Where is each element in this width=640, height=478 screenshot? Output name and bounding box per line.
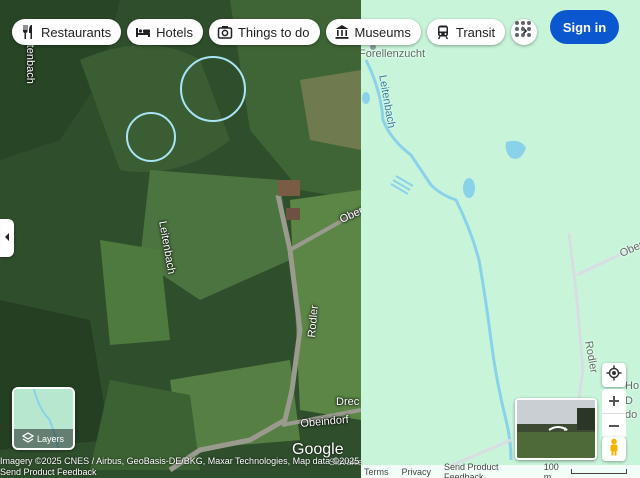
apps-grid-icon[interactable] (512, 18, 534, 40)
pegman-icon (608, 438, 620, 461)
chip-transit[interactable]: Transit (426, 19, 506, 45)
sign-in-button[interactable]: Sign in (550, 10, 619, 44)
chip-label: Transit (455, 24, 496, 40)
zoom-in-button[interactable] (602, 389, 626, 413)
chip-restaurants[interactable]: Restaurants (12, 19, 122, 45)
pegman-button[interactable] (602, 437, 626, 461)
map-footer: Terms Privacy Send Product Feedback 100 … (361, 462, 640, 478)
chip-label: Restaurants (41, 24, 112, 40)
layers-label-group: Layers (21, 432, 65, 446)
zoom-controls (602, 389, 626, 438)
chip-museums[interactable]: Museums (325, 19, 421, 45)
street-view-preview (517, 400, 595, 458)
bed-icon (135, 24, 151, 40)
my-location-icon (606, 365, 622, 386)
send-feedback-link[interactable]: Send Product Feedback (444, 462, 531, 478)
chip-label: Things to do (237, 24, 310, 40)
chip-hotels[interactable]: Hotels (127, 19, 203, 45)
label-forellenzucht: Forellenzucht (361, 48, 426, 60)
chip-label: Museums (354, 24, 411, 40)
send-feedback-link-sat[interactable]: Send Product Feedback (0, 467, 97, 477)
category-chips: Restaurants Hotels Things to do Museums … (12, 19, 538, 45)
layers-icon (21, 432, 35, 446)
layers-label: Layers (37, 434, 65, 444)
label-drec: Drec (336, 396, 360, 408)
vector-map[interactable]: Gasthaus Forellenzucht Leitenbach Rodler… (361, 0, 640, 478)
chip-things-to-do[interactable]: Things to do (208, 19, 320, 45)
minus-icon (608, 416, 620, 437)
scale-label[interactable]: 100 m (544, 462, 566, 478)
zoom-out-button[interactable] (602, 414, 626, 438)
museum-icon (334, 24, 350, 40)
terms-link[interactable]: Terms (364, 467, 389, 477)
label-do-vector: do (625, 409, 638, 421)
my-location-button[interactable] (602, 363, 626, 387)
privacy-link[interactable]: Privacy (402, 467, 432, 477)
plus-icon (608, 391, 620, 412)
label-d-vector: D (625, 395, 633, 407)
fork-knife-icon (20, 24, 36, 40)
chip-label: Hotels (156, 24, 193, 40)
imagery-attribution: Imagery ©2025 CNES / Airbus, GeoBasis-DE… (0, 456, 360, 466)
label-ho-vector: Ho (625, 380, 640, 392)
vector-map-drawing (361, 0, 640, 478)
transit-icon (435, 24, 451, 40)
collapse-panel-button[interactable] (0, 219, 14, 257)
camera-icon (217, 24, 233, 40)
scale-bar[interactable] (571, 469, 627, 474)
street-view-thumbnail[interactable] (515, 398, 597, 460)
chevron-left-icon (3, 229, 11, 247)
